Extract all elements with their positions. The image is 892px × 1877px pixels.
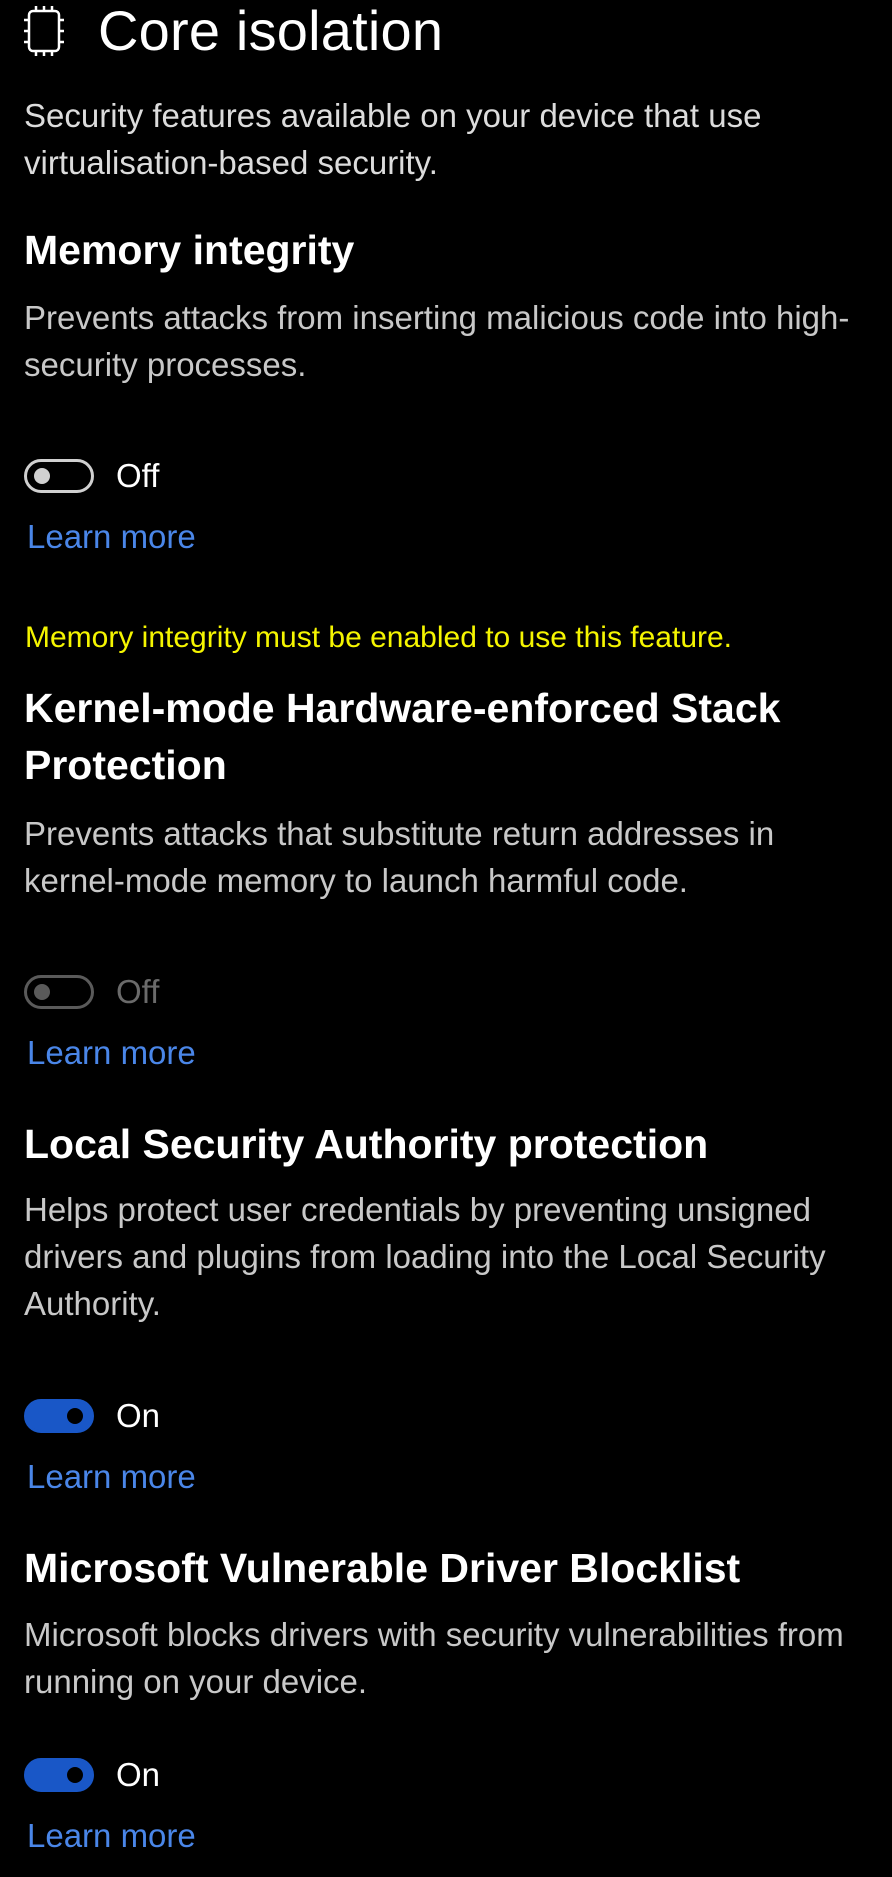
lsa-protection-title: Local Security Authority protection <box>24 1121 709 1167</box>
memory-integrity-required-warning: Memory integrity must be enabled to use … <box>25 621 733 654</box>
driver-blocklist-toggle[interactable] <box>24 1758 94 1792</box>
kernel-stack-protection-toggle-row: Off <box>24 972 159 1012</box>
memory-integrity-toggle[interactable] <box>24 459 94 493</box>
toggle-knob <box>67 1408 83 1424</box>
kernel-stack-protection-description: Prevents attacks that substitute return … <box>24 815 775 899</box>
memory-integrity-description: Prevents attacks from inserting maliciou… <box>24 299 850 383</box>
memory-integrity-toggle-label: Off <box>116 457 160 494</box>
page-header: Core isolation <box>24 0 443 62</box>
page-title: Core isolation <box>98 0 444 62</box>
memory-integrity-title: Memory integrity <box>24 227 355 273</box>
kernel-stack-protection-toggle-label: Off <box>116 973 160 1010</box>
driver-blocklist-description: Microsoft blocks drivers with security v… <box>24 1616 844 1700</box>
intro-text: Security features available on your devi… <box>24 97 762 181</box>
lsa-protection-toggle[interactable] <box>24 1399 94 1433</box>
driver-blocklist-title: Microsoft Vulnerable Driver Blocklist <box>24 1545 741 1591</box>
lsa-protection-description: Helps protect user credentials by preven… <box>24 1191 826 1322</box>
core-isolation-chip-icon <box>24 6 64 56</box>
kernel-stack-protection-toggle[interactable] <box>24 975 94 1009</box>
memory-integrity-toggle-row: Off <box>24 456 159 496</box>
core-isolation-page: Core isolation Security features availab… <box>0 0 892 1877</box>
toggle-knob <box>67 1767 83 1783</box>
lsa-protection-toggle-label: On <box>116 1397 161 1434</box>
kernel-stack-protection-learn-more-link[interactable]: Learn more <box>27 1033 196 1073</box>
driver-blocklist-toggle-label: On <box>116 1756 161 1793</box>
memory-integrity-learn-more-link[interactable]: Learn more <box>27 517 196 557</box>
lsa-protection-learn-more-link[interactable]: Learn more <box>27 1457 196 1497</box>
driver-blocklist-learn-more-link[interactable]: Learn more <box>27 1816 196 1856</box>
toggle-knob <box>34 468 50 484</box>
kernel-stack-protection-title: Kernel-mode Hardware-enforced Stack Prot… <box>24 685 781 788</box>
driver-blocklist-toggle-row: On <box>24 1755 160 1795</box>
lsa-protection-toggle-row: On <box>24 1396 160 1436</box>
toggle-knob <box>34 984 50 1000</box>
